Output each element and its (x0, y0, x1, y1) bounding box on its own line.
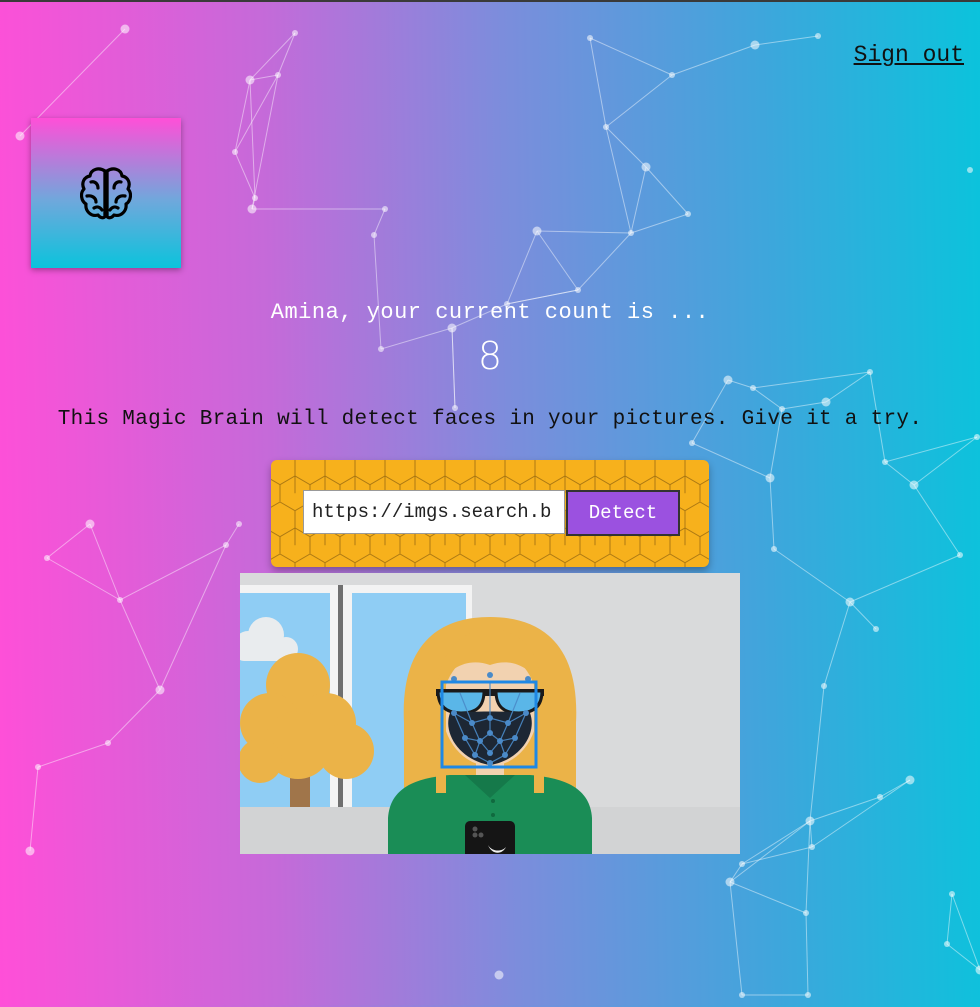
brain-icon (80, 166, 132, 220)
rank-message: Amina, your current count is ... (0, 300, 980, 325)
sign-out-link[interactable]: Sign out (854, 42, 964, 68)
logo (31, 118, 181, 268)
rank-count: 8 (0, 334, 980, 378)
image-link-form: Detect (271, 460, 709, 567)
face-illustration (240, 573, 740, 854)
detected-image (240, 573, 740, 854)
image-url-input[interactable] (303, 490, 565, 534)
detect-button[interactable]: Detect (566, 490, 680, 536)
tagline: This Magic Brain will detect faces in yo… (0, 408, 980, 431)
